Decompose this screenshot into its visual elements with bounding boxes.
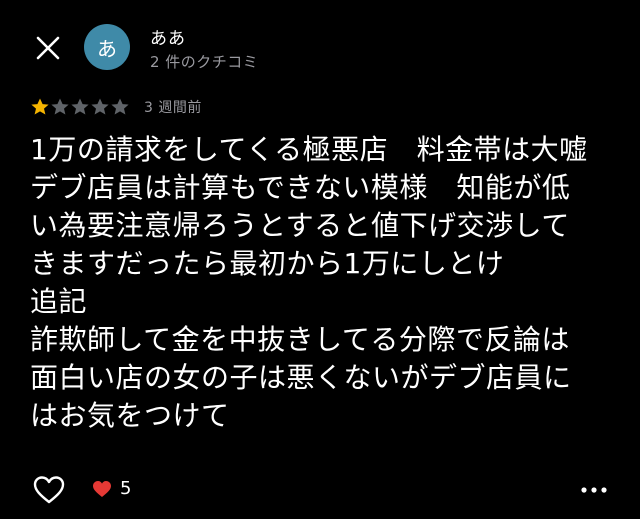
avatar[interactable]: あ [84, 24, 130, 70]
rating-row: 3 週間前 [30, 96, 202, 118]
star-empty-icon [111, 98, 129, 115]
star-empty-icon [51, 98, 69, 115]
review-text: 1万の請求をしてくる極悪店 料金帯は大嘘 デブ店員は計算もできない模様 知能が低… [30, 133, 588, 432]
close-icon [36, 36, 60, 60]
heart-outline-icon [33, 476, 65, 504]
star-empty-icon [91, 98, 109, 115]
author-name[interactable]: ああ [150, 24, 186, 49]
reaction-summary[interactable]: 5 [92, 478, 131, 499]
heart-filled-icon [93, 480, 111, 497]
author-review-count: 2 件のクチコミ [150, 53, 259, 71]
like-button[interactable] [32, 474, 66, 506]
close-button[interactable] [31, 31, 65, 65]
review-time: 3 週間前 [144, 100, 202, 116]
reaction-count: 5 [120, 478, 132, 499]
avatar-initial: あ [97, 36, 117, 61]
star-filled-icon [31, 98, 49, 115]
more-horizontal-icon [581, 487, 607, 493]
more-options-button[interactable] [580, 476, 608, 504]
star-rating [30, 97, 130, 117]
star-empty-icon [71, 98, 89, 115]
